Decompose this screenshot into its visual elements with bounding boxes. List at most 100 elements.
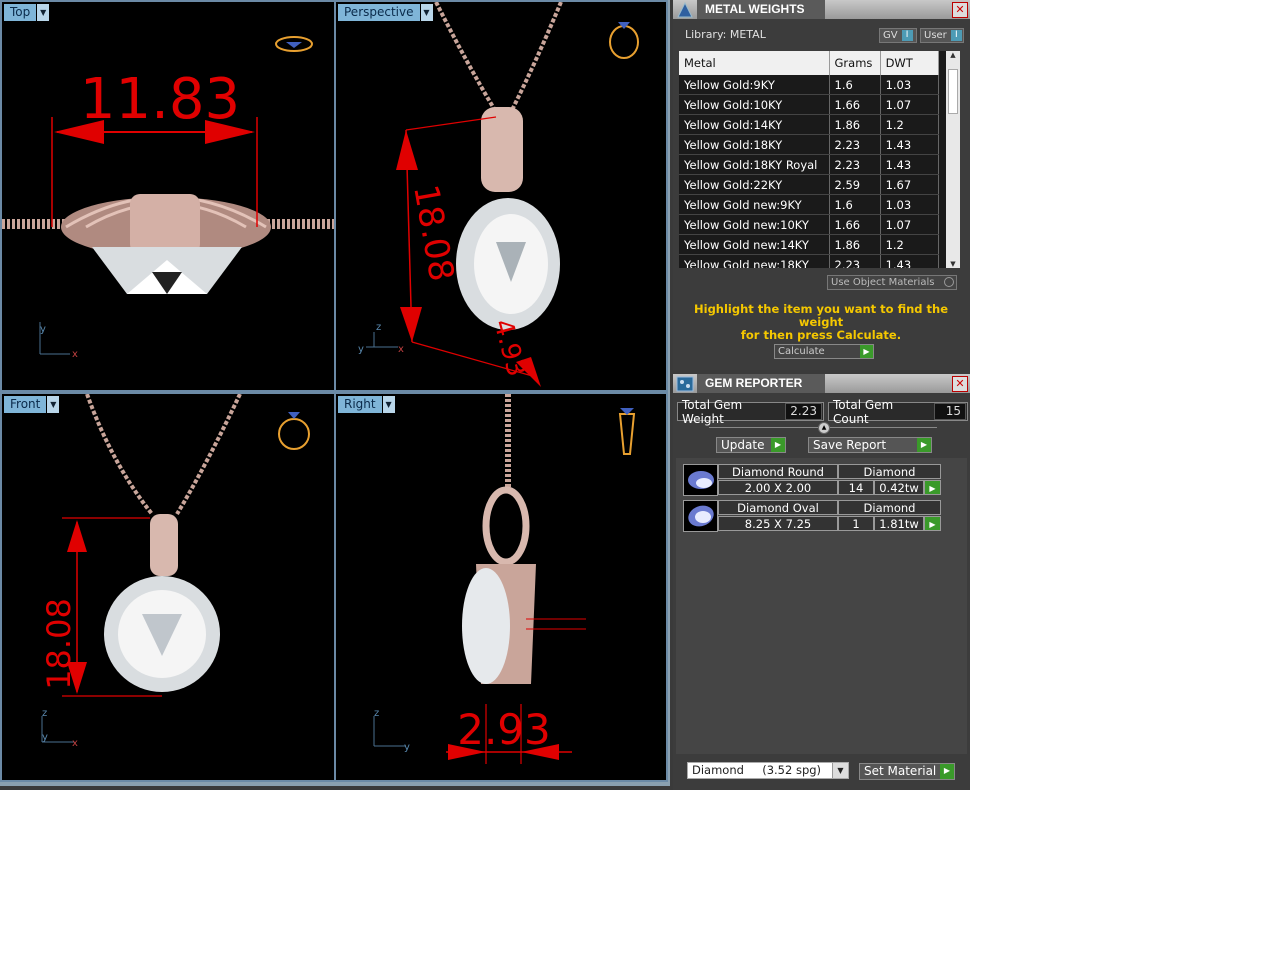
viewport-label-front[interactable]: Front ▼ bbox=[4, 396, 60, 413]
instruction-line: Highlight the item you want to find the … bbox=[694, 302, 948, 329]
viewport-front[interactable]: z y x 18.08 Front ▼ bbox=[0, 392, 336, 782]
table-row[interactable]: Yellow Gold new:18KY 2.23 1.43 bbox=[679, 254, 940, 268]
gv-toggle[interactable]: GV I bbox=[879, 28, 917, 43]
button-label: Set Material bbox=[864, 764, 937, 778]
cell-metal: Yellow Gold:14KY bbox=[679, 114, 830, 135]
column-header-dwt[interactable]: DWT bbox=[880, 51, 940, 75]
cell-dwt: 1.2 bbox=[880, 114, 940, 135]
diamond-round-icon bbox=[683, 464, 718, 496]
save-report-button[interactable]: Save Report ▶ bbox=[808, 437, 932, 453]
column-header-metal[interactable]: Metal bbox=[679, 51, 830, 75]
table-row[interactable]: Yellow Gold:9KY 1.6 1.03 bbox=[679, 75, 940, 95]
axis-y-label: y bbox=[42, 732, 48, 743]
viewport-label-text: Perspective bbox=[338, 4, 420, 21]
viewport-perspective[interactable]: z x y 18.08 4.93 Perspective ▼ bbox=[334, 0, 668, 392]
cell-metal: Yellow Gold:10KY bbox=[679, 94, 830, 115]
viewport-label-perspective[interactable]: Perspective ▼ bbox=[338, 4, 433, 21]
set-material-button[interactable]: Set Material ▶ bbox=[859, 763, 955, 780]
button-label: Save Report bbox=[813, 438, 887, 452]
cell-metal: Yellow Gold new:10KY bbox=[679, 214, 830, 235]
cell-grams: 1.86 bbox=[829, 114, 881, 135]
play-arrow-icon: ▶ bbox=[771, 438, 785, 452]
chevron-down-icon[interactable]: ▼ bbox=[382, 396, 395, 413]
dimension-height-label: 18.08 bbox=[40, 598, 78, 690]
play-arrow-icon: ▶ bbox=[940, 764, 954, 779]
button-label: Update bbox=[721, 438, 765, 452]
report-grid-icon bbox=[673, 374, 697, 393]
scroll-up-icon[interactable]: ▲ bbox=[946, 51, 960, 59]
total-gem-weight: Total Gem Weight 2.23 bbox=[677, 398, 824, 426]
cell-grams: 2.59 bbox=[829, 174, 881, 195]
gem-size: 2.00 X 2.00 bbox=[718, 480, 838, 495]
table-row[interactable]: Yellow Gold:10KY 1.66 1.07 bbox=[679, 94, 940, 115]
total-label: Total Gem Count bbox=[833, 397, 894, 426]
cell-dwt: 1.43 bbox=[880, 134, 940, 155]
scrollbar-thumb[interactable] bbox=[948, 69, 958, 114]
chevron-down-icon[interactable]: ▼ bbox=[47, 396, 60, 413]
axis-y-label: y bbox=[40, 324, 46, 335]
gem-count: 1 bbox=[838, 516, 874, 531]
chevron-down-icon[interactable]: ▼ bbox=[420, 4, 433, 21]
toggle-label: GV bbox=[883, 30, 898, 41]
panel-title: METAL WEIGHTS bbox=[697, 0, 825, 19]
play-arrow-icon: ▶ bbox=[917, 438, 931, 452]
list-item[interactable]: Diamond Oval Diamond 8.25 X 7.25 1 1.81t… bbox=[683, 500, 941, 532]
total-label: Total Gem Weight bbox=[682, 397, 743, 426]
table-row[interactable]: Yellow Gold:18KY 2.23 1.43 bbox=[679, 134, 940, 155]
cell-grams: 1.6 bbox=[829, 194, 881, 215]
total-gem-count: Total Gem Count 15 bbox=[828, 398, 968, 426]
cell-grams: 2.23 bbox=[829, 134, 881, 155]
cell-metal: Yellow Gold:22KY bbox=[679, 174, 830, 195]
viewport-label-text: Right bbox=[338, 396, 382, 413]
user-toggle[interactable]: User I bbox=[920, 28, 964, 43]
chevron-down-icon[interactable]: ▼ bbox=[832, 763, 848, 778]
play-arrow-icon[interactable]: ▶ bbox=[924, 480, 941, 495]
table-header: Metal Grams DWT bbox=[679, 51, 940, 75]
axis-y-label: y bbox=[358, 344, 364, 355]
instruction-line: for then press Calculate. bbox=[740, 328, 902, 342]
axis-z-label: z bbox=[376, 322, 381, 333]
use-object-materials-checkbox[interactable]: Use Object Materials bbox=[827, 275, 957, 290]
column-header-grams[interactable]: Grams bbox=[829, 51, 881, 75]
cell-grams: 2.23 bbox=[829, 154, 881, 175]
app-window: y x 11.83 Top ▼ z x y 18.08 4.93 Perspec… bbox=[0, 0, 970, 790]
cell-dwt: 1.07 bbox=[880, 214, 940, 235]
gem-type: Diamond bbox=[838, 500, 941, 515]
table-row[interactable]: Yellow Gold:22KY 2.59 1.67 bbox=[679, 174, 940, 195]
viewport-label-text: Front bbox=[4, 396, 47, 413]
gem-count: 14 bbox=[838, 480, 874, 495]
metal-table[interactable]: Metal Grams DWT Yellow Gold:9KY 1.6 1.03 Ye… bbox=[679, 51, 960, 268]
viewport-label-right[interactable]: Right ▼ bbox=[338, 396, 395, 413]
cell-metal: Yellow Gold new:9KY bbox=[679, 194, 830, 215]
front-view-render: z y x 18.08 bbox=[40, 394, 310, 749]
play-arrow-icon: ▶ bbox=[860, 345, 873, 358]
ring-orientation-icon bbox=[275, 36, 313, 52]
gem-weight: 1.81tw bbox=[874, 516, 924, 531]
viewport-top[interactable]: y x 11.83 Top ▼ bbox=[0, 0, 336, 392]
viewport-right[interactable]: z y 2.93 Right ▼ bbox=[334, 392, 668, 782]
close-icon[interactable]: ✕ bbox=[952, 2, 968, 18]
cell-metal: Yellow Gold:9KY bbox=[679, 75, 830, 95]
table-scrollbar[interactable]: ▲ ▼ bbox=[946, 51, 960, 268]
gem-reporter-titlebar: GEM REPORTER ✕ bbox=[673, 374, 970, 393]
list-item[interactable]: Diamond Round Diamond 2.00 X 2.00 14 0.4… bbox=[683, 464, 941, 496]
calculate-button[interactable]: Calculate ▶ bbox=[774, 344, 874, 359]
table-row[interactable]: Yellow Gold:14KY 1.86 1.2 bbox=[679, 114, 940, 135]
viewport-label-top[interactable]: Top ▼ bbox=[4, 4, 50, 21]
cell-metal: Yellow Gold:18KY Royal bbox=[679, 154, 830, 175]
table-row[interactable]: Yellow Gold:18KY Royal 2.23 1.43 bbox=[679, 154, 940, 175]
table-row[interactable]: Yellow Gold new:10KY 1.66 1.07 bbox=[679, 214, 940, 235]
metal-weights-titlebar: METAL WEIGHTS ✕ bbox=[673, 0, 970, 19]
select-value: Diamond (3.52 spg) bbox=[692, 763, 822, 777]
metal-weights-panel: METAL WEIGHTS ✕ Library: METAL GV I User I… bbox=[673, 0, 970, 370]
material-select[interactable]: Diamond (3.52 spg) ▼ bbox=[687, 762, 849, 779]
instruction-text: Highlight the item you want to find the … bbox=[683, 303, 959, 342]
collapse-arrow-icon[interactable]: ▲ bbox=[818, 422, 830, 434]
table-row[interactable]: Yellow Gold new:9KY 1.6 1.03 bbox=[679, 194, 940, 215]
update-button[interactable]: Update ▶ bbox=[716, 437, 786, 453]
chevron-down-icon[interactable]: ▼ bbox=[37, 4, 50, 21]
table-row[interactable]: Yellow Gold new:14KY 1.86 1.2 bbox=[679, 234, 940, 255]
scroll-down-icon[interactable]: ▼ bbox=[946, 260, 960, 268]
close-icon[interactable]: ✕ bbox=[952, 376, 968, 392]
play-arrow-icon[interactable]: ▶ bbox=[924, 516, 941, 531]
